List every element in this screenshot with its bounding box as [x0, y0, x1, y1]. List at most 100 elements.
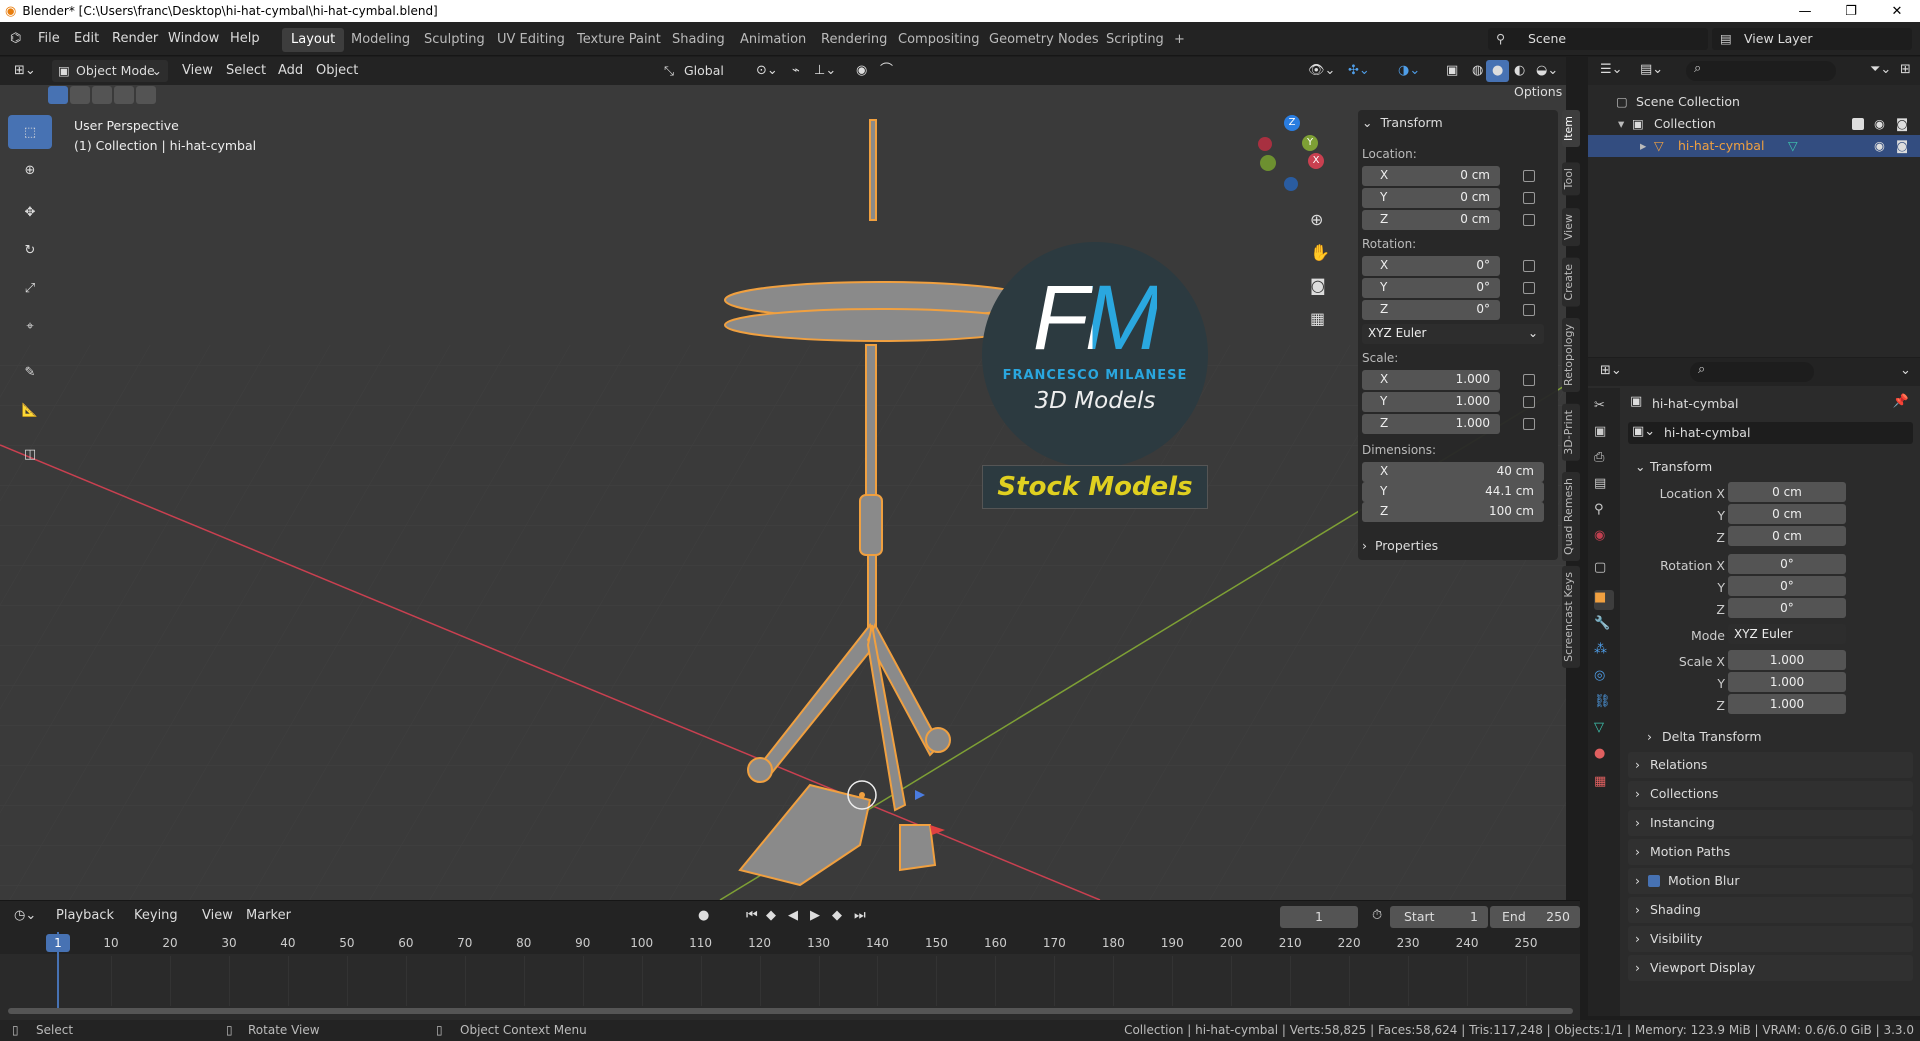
delta-transform-section[interactable]: › Delta Transform: [1640, 724, 1913, 750]
properties-panel-header[interactable]: › Properties: [1362, 538, 1438, 553]
location-z-field[interactable]: Z 0 cm: [1362, 210, 1500, 230]
prev-keyframe-icon[interactable]: ◆: [760, 905, 782, 927]
lock-icon[interactable]: [1523, 374, 1535, 386]
checkbox-icon[interactable]: [1852, 118, 1864, 130]
select-box-tool-icon[interactable]: ⬚: [8, 115, 52, 149]
rotation-x-value[interactable]: 0°: [1728, 554, 1846, 574]
motion-blur-checkbox[interactable]: [1648, 875, 1660, 887]
maximize-button[interactable]: ❐: [1828, 0, 1874, 22]
visibility-icon[interactable]: 👁⌄: [1302, 60, 1341, 82]
current-frame-field[interactable]: 1: [1280, 906, 1358, 928]
shading-solid-icon[interactable]: ●: [1486, 60, 1510, 82]
view-layer-tab-icon[interactable]: ▤: [1594, 476, 1614, 496]
annotate-tool-icon[interactable]: ✎: [8, 355, 52, 389]
location-y-field[interactable]: Y 0 cm: [1362, 188, 1500, 208]
collections-section[interactable]: › Collections: [1628, 781, 1913, 807]
tab-texture-paint[interactable]: Texture Paint: [568, 28, 670, 52]
tab-scripting[interactable]: Scripting: [1097, 28, 1173, 52]
tab-animation[interactable]: Animation: [731, 28, 815, 52]
motion-paths-section[interactable]: › Motion Paths: [1628, 839, 1913, 865]
menu-help[interactable]: Help: [230, 22, 260, 56]
menu-file[interactable]: File: [38, 22, 60, 56]
pivot-icon[interactable]: ⊙⌄: [750, 60, 784, 82]
gizmo-toggle-icon[interactable]: ✣⌄: [1342, 60, 1376, 82]
snap-target-icon[interactable]: ⊥⌄: [808, 60, 842, 82]
menu-keying[interactable]: Keying: [128, 905, 184, 927]
navigation-gizmo[interactable]: Z Y X: [1248, 115, 1328, 195]
scene-tab-icon[interactable]: ⚲: [1594, 502, 1614, 522]
tab-modeling[interactable]: Modeling: [342, 28, 419, 52]
sidebar-tab-view[interactable]: View: [1562, 208, 1580, 247]
dimension-y-field[interactable]: Y 44.1 cm: [1362, 482, 1544, 502]
menu-view[interactable]: View: [196, 905, 239, 927]
lock-icon[interactable]: [1523, 304, 1535, 316]
end-frame-field[interactable]: End 250: [1490, 906, 1580, 928]
overlays-toggle-icon[interactable]: ◑⌄: [1392, 60, 1426, 82]
zoom-icon[interactable]: ⊕: [1310, 210, 1323, 229]
snap-icon[interactable]: ⌁: [786, 60, 806, 82]
lock-icon[interactable]: [1523, 418, 1535, 430]
tab-uv-editing[interactable]: UV Editing: [488, 28, 574, 52]
3d-viewport[interactable]: User Perspective (1) Collection | hi-hat…: [0, 85, 1566, 900]
move-tool-icon[interactable]: ✥: [8, 195, 52, 229]
transform-section-header[interactable]: ⌄ Transform: [1628, 454, 1913, 480]
xray-toggle-icon[interactable]: ▣: [1440, 60, 1464, 82]
render-tab-icon[interactable]: ▣: [1594, 424, 1614, 444]
material-tab-icon[interactable]: ●: [1594, 746, 1614, 766]
menu-marker[interactable]: Marker: [240, 905, 297, 927]
sidebar-tab-screencast-keys[interactable]: Screencast Keys: [1562, 566, 1580, 668]
record-button[interactable]: ●: [692, 905, 715, 927]
gizmo-neg-z[interactable]: [1284, 177, 1298, 191]
rotation-mode-select[interactable]: XYZ Euler: [1728, 624, 1846, 644]
dimension-z-field[interactable]: Z 100 cm: [1362, 502, 1544, 522]
rotation-y-value[interactable]: 0°: [1728, 576, 1846, 596]
gizmo-neg-y[interactable]: [1260, 155, 1276, 171]
jump-end-icon[interactable]: ⏭: [848, 905, 872, 927]
rotation-mode-select[interactable]: XYZ Euler ⌄: [1362, 324, 1544, 344]
gizmo-neg-x[interactable]: [1258, 137, 1272, 151]
rotation-z-value[interactable]: 0°: [1728, 598, 1846, 618]
menu-add[interactable]: Add: [272, 60, 309, 82]
sidebar-tab-tool[interactable]: Tool: [1562, 162, 1580, 196]
eye-icon[interactable]: ◉: [1874, 135, 1885, 157]
mode-selector[interactable]: ▣ Object Mode ⌄: [52, 60, 168, 82]
sidebar-tab-3d-print[interactable]: 3D-Print: [1562, 404, 1580, 461]
options-button[interactable]: Options: [1514, 85, 1562, 99]
sidebar-tab-create[interactable]: Create: [1562, 258, 1580, 307]
display-mode-icon[interactable]: ▤⌄: [1640, 62, 1663, 77]
sidebar-tab-retopology[interactable]: Retopology: [1562, 318, 1580, 392]
rotation-x-field[interactable]: X 0°: [1362, 256, 1500, 276]
shading-rendered-icon[interactable]: ◒⌄: [1530, 60, 1564, 82]
properties-search-field[interactable]: ⌕: [1690, 362, 1814, 382]
scene-selector[interactable]: ⚲ Scene: [1488, 28, 1708, 50]
outliner-row-hi-hat-cymbal[interactable]: ▸ ▽ hi-hat-cymbal ▽ ◉ ◙: [1588, 135, 1920, 157]
view-layer-selector[interactable]: ▤ View Layer: [1712, 28, 1912, 50]
menu-object[interactable]: Object: [310, 60, 364, 82]
scale-y-value[interactable]: 1.000: [1728, 672, 1846, 692]
measure-tool-icon[interactable]: 📐: [8, 393, 52, 427]
filter-icon[interactable]: ⏷⌄: [1870, 62, 1891, 77]
gizmo-z-axis[interactable]: Z: [1284, 115, 1300, 131]
rotate-tool-icon[interactable]: ↻: [8, 233, 52, 267]
tab-layout[interactable]: Layout: [282, 28, 345, 52]
menu-view[interactable]: View: [176, 60, 219, 82]
tool-tab-icon[interactable]: ✂: [1594, 398, 1614, 418]
next-keyframe-icon[interactable]: ◆: [826, 905, 848, 927]
transform-tool-icon[interactable]: ⌖: [8, 309, 52, 343]
lock-icon[interactable]: [1523, 396, 1535, 408]
object-tab-icon[interactable]: ■: [1594, 590, 1614, 610]
stopwatch-icon[interactable]: ⏱: [1366, 905, 1388, 927]
lock-icon[interactable]: [1523, 170, 1535, 182]
lock-icon[interactable]: [1523, 192, 1535, 204]
minimize-button[interactable]: —: [1782, 0, 1828, 22]
select-subtract-icon[interactable]: [92, 86, 112, 104]
collection-tab-icon[interactable]: ▢: [1594, 560, 1614, 580]
menu-edit[interactable]: Edit: [74, 22, 99, 56]
physics-tab-icon[interactable]: ◎: [1594, 668, 1614, 688]
blender-menu-icon[interactable]: ⌬: [10, 22, 21, 56]
editor-type-icon[interactable]: ⊞⌄: [1600, 363, 1622, 378]
proportional-edit-icon[interactable]: ◉: [850, 60, 873, 82]
close-button[interactable]: ✕: [1874, 0, 1920, 22]
lock-icon[interactable]: [1523, 260, 1535, 272]
play-reverse-icon[interactable]: ◀: [782, 905, 804, 927]
